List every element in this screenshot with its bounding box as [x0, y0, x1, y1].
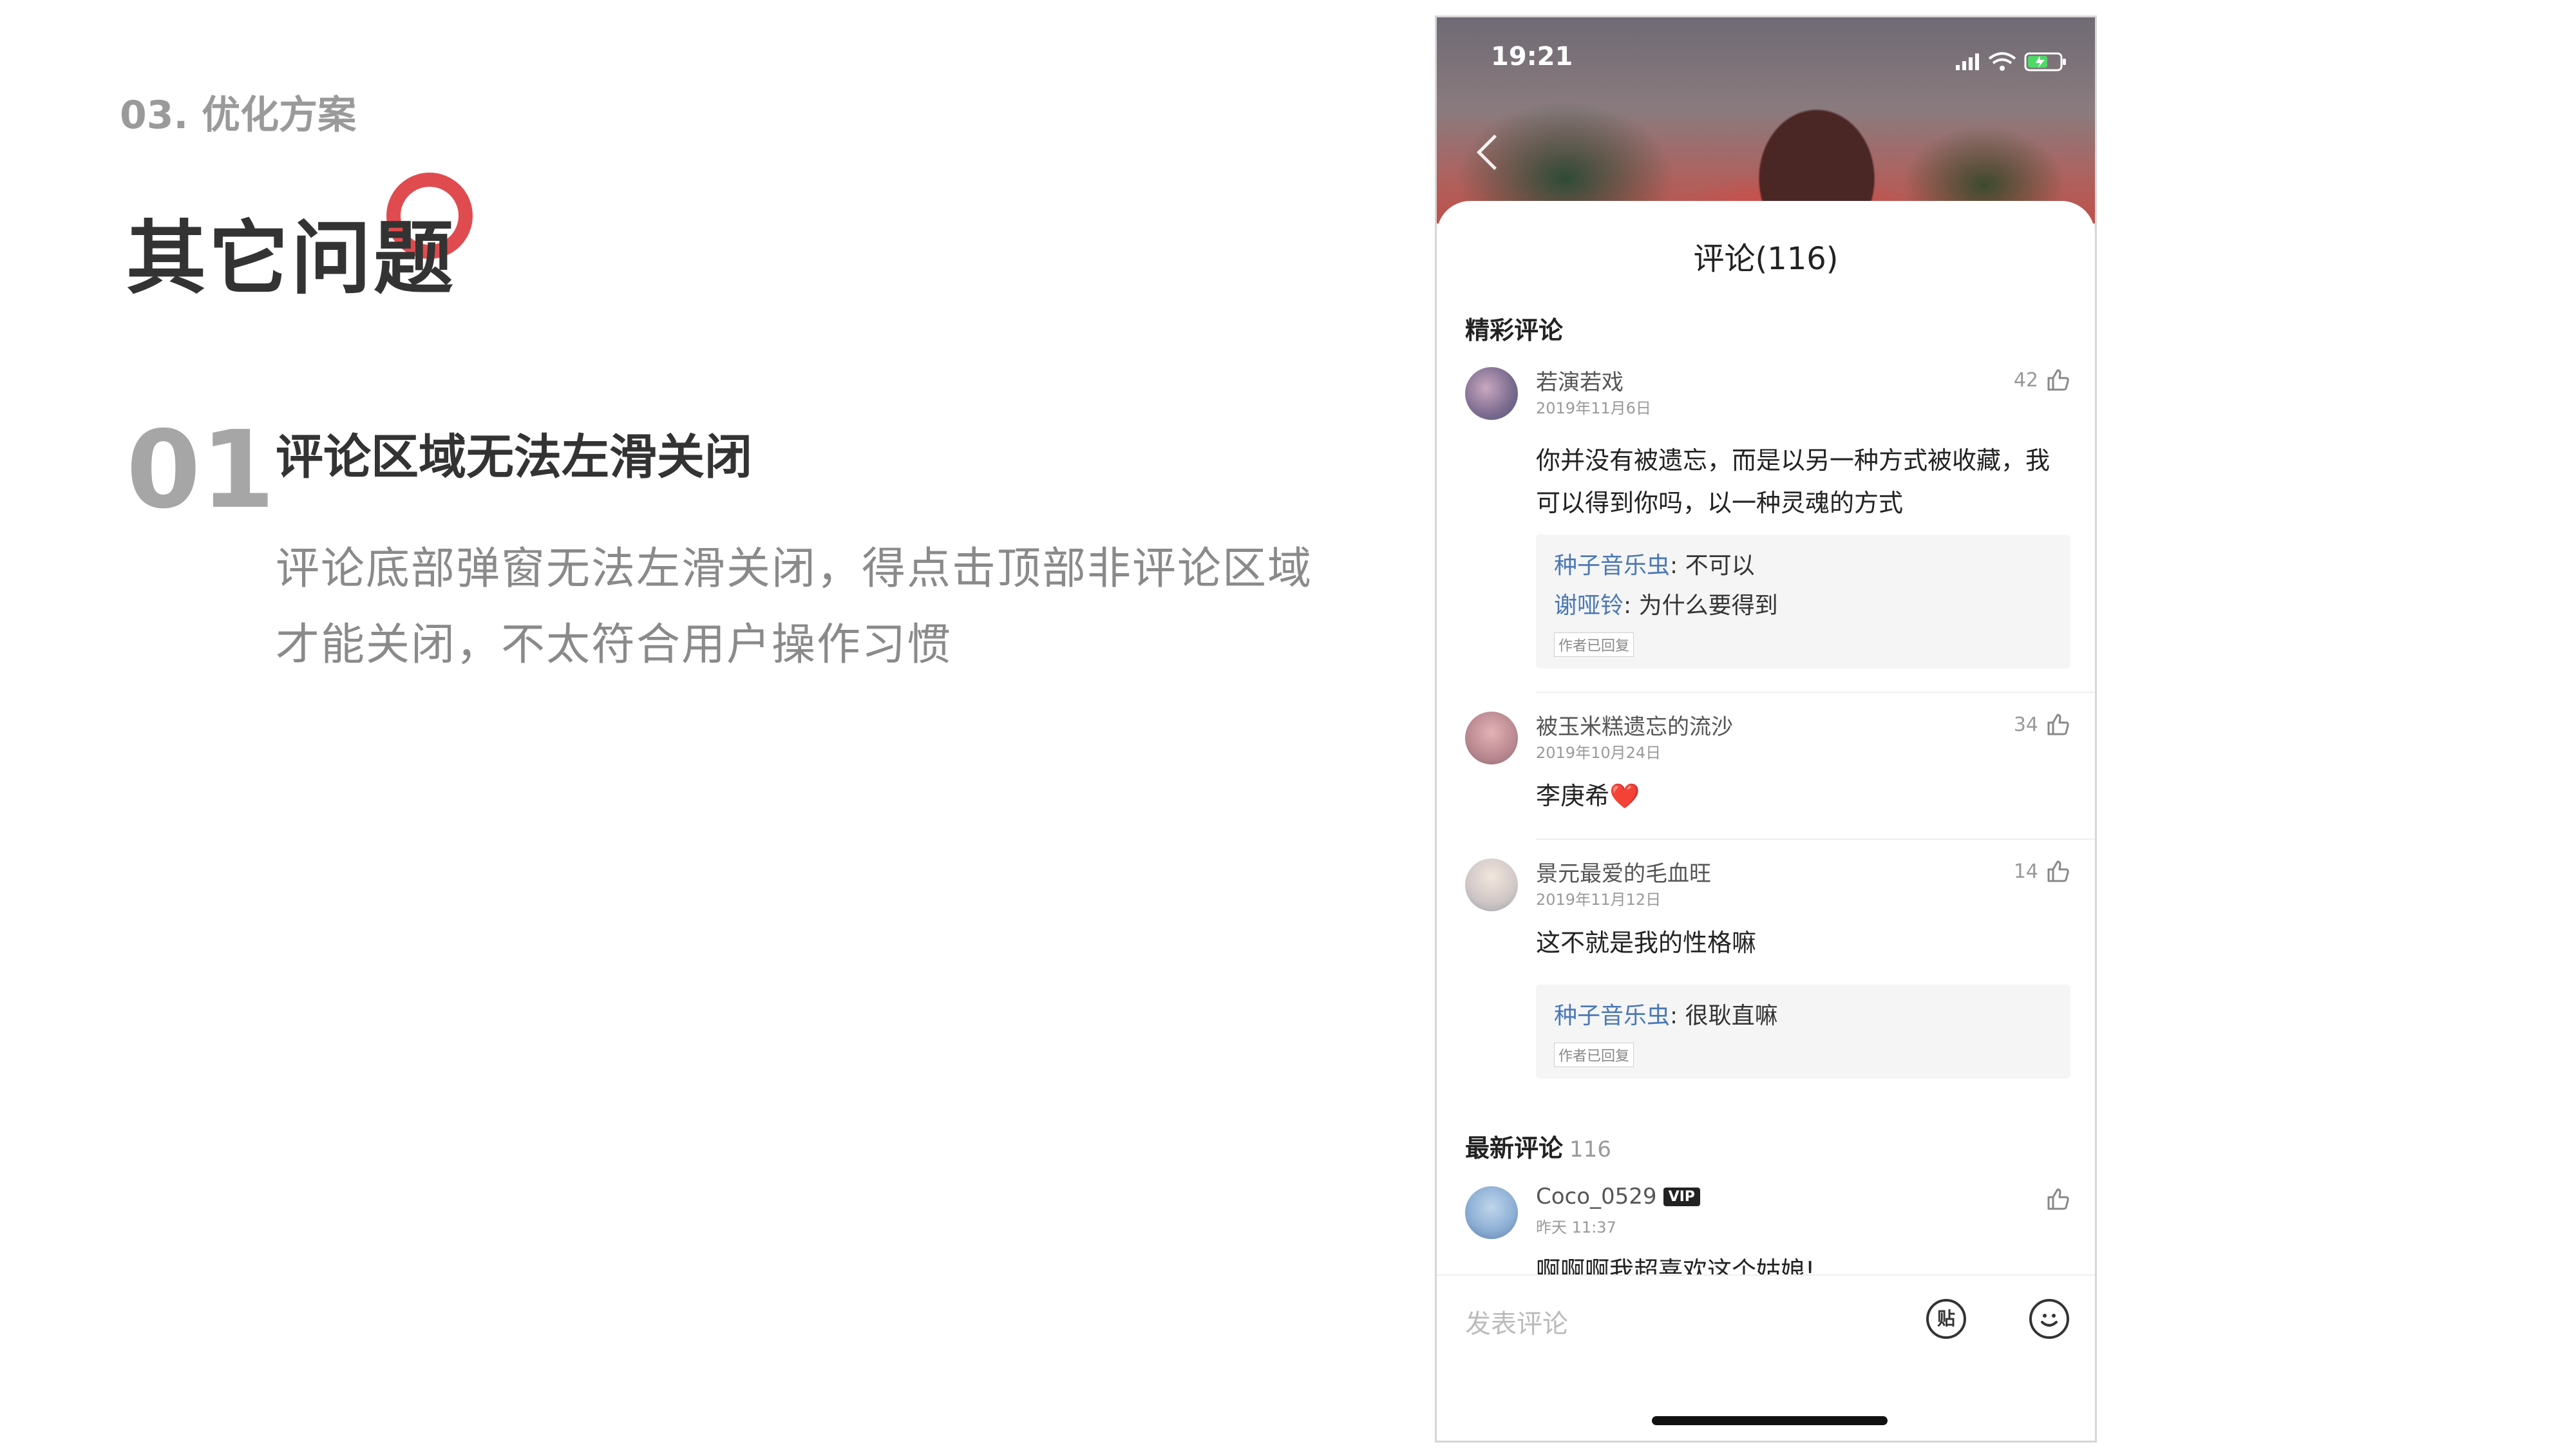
comment-sheet: 评论(116) 精彩评论 若演若戏 2019年11月6日 42 你并没有被遗忘，…: [1437, 201, 2095, 1441]
comment-author[interactable]: 景元最爱的毛血旺: [1536, 856, 1711, 887]
comment-text: 你并没有被遗忘，而是以另一种方式被收藏，我 可以得到你吗，以一种灵魂的方式: [1536, 439, 2064, 524]
comment-item: 被玉米糕遗忘的流沙 2019年10月24日 34 李庚希❤️: [1465, 712, 2070, 840]
avatar[interactable]: [1465, 858, 1518, 911]
issue-number: 01: [126, 408, 276, 533]
thumbs-up-icon: [2047, 714, 2069, 735]
comment-text: 李庚希❤️: [1536, 775, 2064, 817]
reply-author[interactable]: 种子音乐虫: [1554, 1003, 1670, 1029]
comment-author[interactable]: 若演若戏: [1536, 365, 1624, 396]
comment-item: 景元最爱的毛血旺 2019年11月12日 14 这不就是我的性格嘛 种子音乐虫:…: [1465, 858, 2070, 1103]
comment-text-line-2: 可以得到你吗，以一种灵魂的方式: [1536, 489, 1904, 517]
reply-item: 种子音乐虫: 不可以: [1554, 546, 2052, 586]
comment-input[interactable]: 发表评论: [1465, 1303, 1568, 1340]
status-bar: 19:21: [1437, 17, 2095, 95]
like-button[interactable]: 34: [2014, 712, 2070, 737]
comment-sheet-title: 评论(116): [1693, 241, 1839, 277]
reply-text: : 不可以: [1670, 553, 1755, 579]
vip-badge: VIP: [1663, 1188, 1700, 1206]
like-button[interactable]: 42: [2014, 367, 2070, 393]
issue-desc-line-1: 评论底部弹窗无法左滑关闭，得点击顶部非评论区域: [276, 544, 1313, 594]
comment-text-body: 李庚希: [1536, 782, 1610, 810]
comment-text-line-1: 你并没有被遗忘，而是以另一种方式被收藏，我: [1536, 446, 2050, 475]
comment-author[interactable]: 被玉米糕遗忘的流沙: [1536, 709, 1733, 741]
comment-divider: [1536, 838, 2095, 840]
like-count: 42: [2013, 368, 2038, 392]
like-button[interactable]: [2045, 1186, 2070, 1212]
comment-date: 2019年10月24日: [1536, 744, 1662, 762]
issue-description: 评论底部弹窗无法左滑关闭，得点击顶部非评论区域 才能关闭，不太符合用户操作习惯: [276, 531, 1319, 683]
comment-text: 这不就是我的性格嘛: [1536, 929, 1757, 957]
reply-author[interactable]: 谢哑铃: [1554, 592, 1624, 619]
slide-title: 其它问题: [126, 213, 457, 305]
latest-comments-header: 最新评论 116: [1465, 1128, 1611, 1164]
red-heart-emoji: ❤️: [1609, 782, 1640, 810]
reply-box[interactable]: 种子音乐虫: 很耿直嘛 作者已回复: [1536, 985, 2070, 1079]
reply-item: 谢哑铃: 为什么要得到: [1554, 586, 2052, 626]
signal-icon: [1956, 53, 1979, 70]
reply-box[interactable]: 种子音乐虫: 不可以 谢哑铃: 为什么要得到 作者已回复: [1536, 535, 2070, 668]
issue-desc-line-2: 才能关闭，不太符合用户操作习惯: [276, 620, 952, 670]
avatar[interactable]: [1465, 1186, 1518, 1239]
comment-author[interactable]: Coco_0529: [1536, 1184, 1657, 1209]
reply-text: : 很耿直嘛: [1670, 1003, 1778, 1029]
issue-title: 评论区域无法左滑关闭: [276, 430, 752, 485]
section-label: 03. 优化方案: [120, 93, 357, 138]
status-indicators-icon: [1956, 52, 2066, 71]
thumbs-up-icon: [2047, 1188, 2069, 1210]
comment-input-bar: 发表评论 贴: [1437, 1274, 2095, 1441]
comment-date: 2019年11月12日: [1536, 891, 1662, 909]
comment-date: 昨天 11:37: [1536, 1218, 1616, 1236]
author-replied-tag: 作者已回复: [1554, 1043, 1634, 1067]
comment-author-row: Coco_0529 VIP: [1536, 1184, 1700, 1209]
like-button[interactable]: 14: [2014, 858, 2070, 884]
latest-comments-label: 最新评论: [1465, 1134, 1564, 1162]
reply-text: : 为什么要得到: [1624, 592, 1778, 619]
avatar[interactable]: [1465, 367, 1518, 420]
status-time: 19:21: [1491, 42, 1573, 71]
reply-author[interactable]: 种子音乐虫: [1554, 553, 1670, 579]
reply-item: 种子音乐虫: 很耿直嘛: [1554, 996, 2052, 1036]
sticker-tie-icon[interactable]: 贴: [1926, 1299, 1966, 1339]
avatar[interactable]: [1465, 712, 1518, 764]
emoji-icon[interactable]: [2029, 1299, 2069, 1339]
phone-screenshot: 19:21 评论(116) 精彩评论 若演若戏 2019年11月6日 42 你并…: [1435, 15, 2097, 1443]
comment-date: 2019年11月6日: [1536, 399, 1651, 417]
wifi-icon: [1988, 52, 2016, 64]
thumbs-up-icon: [2047, 860, 2069, 882]
status-icons: [1956, 48, 2072, 77]
battery-icon: [2024, 52, 2066, 71]
latest-comments-count: 116: [1569, 1137, 1611, 1162]
like-count: 34: [2013, 713, 2038, 736]
like-count: 14: [2013, 860, 2038, 883]
thumbs-up-icon: [2047, 369, 2069, 391]
author-replied-tag: 作者已回复: [1554, 632, 1634, 657]
comment-divider: [1536, 692, 2095, 693]
comment-item: 若演若戏 2019年11月6日 42 你并没有被遗忘，而是以另一种方式被收藏，我…: [1465, 367, 2070, 702]
featured-comments-header: 精彩评论: [1465, 316, 1564, 345]
home-indicator: [1652, 1416, 1888, 1425]
